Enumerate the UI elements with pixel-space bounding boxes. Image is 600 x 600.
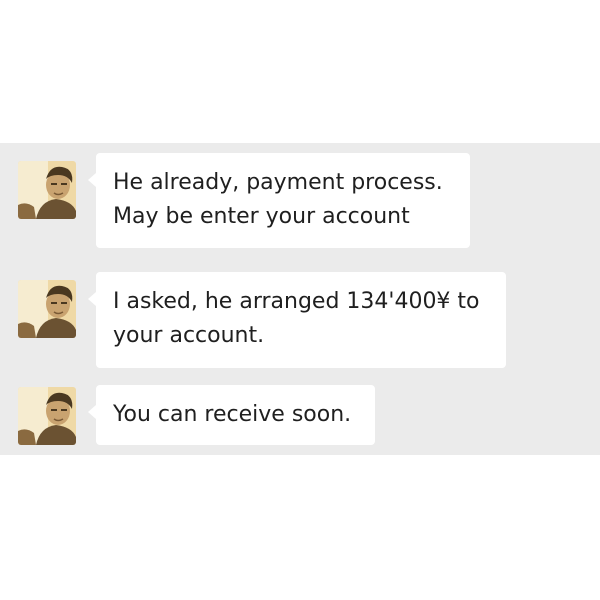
contact-avatar[interactable] bbox=[18, 161, 76, 219]
message-text-line: May be enter your account bbox=[113, 204, 410, 229]
message-text-line: your account. bbox=[113, 323, 265, 348]
message-bubble[interactable]: He already, payment process. May be ente… bbox=[88, 153, 470, 248]
message-text-line: He already, payment process. bbox=[113, 170, 443, 195]
message-bubble[interactable]: I asked, he arranged 134'400¥ to your ac… bbox=[88, 272, 506, 368]
avatar-photo-icon bbox=[18, 161, 76, 219]
message-text-line: You can receive soon. bbox=[113, 402, 352, 427]
chat-message-area: He already, payment process. May be ente… bbox=[0, 143, 600, 455]
message-bubble[interactable]: You can receive soon. bbox=[88, 385, 375, 445]
avatar-photo-icon bbox=[18, 280, 76, 338]
contact-avatar[interactable] bbox=[18, 387, 76, 445]
avatar-photo-icon bbox=[18, 387, 76, 445]
contact-avatar[interactable] bbox=[18, 280, 76, 338]
message-text-line: I asked, he arranged 134'400¥ to bbox=[113, 289, 480, 314]
